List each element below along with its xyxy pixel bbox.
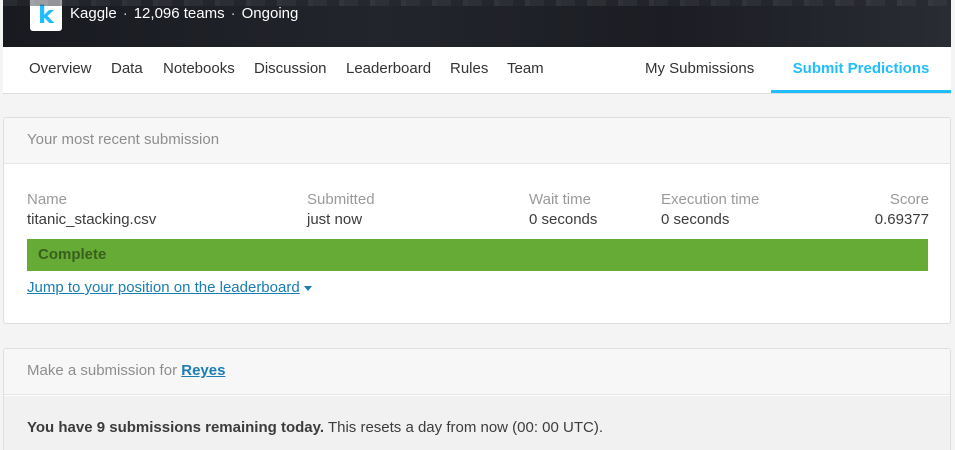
separator-dot: ·: [230, 5, 236, 22]
kaggle-logo-icon[interactable]: k: [30, 0, 62, 31]
caret-down-icon: [303, 285, 312, 291]
submitted-label: Submitted: [307, 191, 375, 208]
tab-team[interactable]: Team: [507, 47, 544, 93]
submission-details: Name titanic_stacking.csv Submitted just…: [27, 190, 929, 230]
org-name: Kaggle: [70, 5, 117, 22]
submitted-column: Submitted just now: [307, 190, 375, 230]
wait-time-column: Wait time 0 seconds: [529, 190, 597, 230]
competition-nav: Overview Data Notebooks Discussion Leade…: [3, 47, 951, 94]
execution-time-label: Execution time: [661, 191, 760, 208]
wait-time-label: Wait time: [529, 191, 591, 208]
make-submission-prefix: Make a submission for: [27, 362, 178, 379]
competition-meta: Kaggle · 12,096 teams · Ongoing: [70, 5, 298, 22]
recent-submission-title: Your most recent submission: [4, 118, 950, 164]
tab-overview[interactable]: Overview: [29, 47, 92, 93]
tab-notebooks[interactable]: Notebooks: [163, 47, 235, 93]
submissions-remaining-count: You have 9 submissions remaining today.: [27, 419, 325, 436]
score-column: Score 0.69377: [875, 190, 929, 230]
make-submission-card: Make a submission for Reyes You have 9 s…: [3, 348, 951, 450]
make-submission-title: Make a submission for Reyes: [4, 349, 950, 395]
wait-time-value: 0 seconds: [529, 211, 598, 228]
score-label: Score: [889, 191, 929, 208]
submission-status-bar: Complete: [27, 239, 928, 271]
submission-filename: titanic_stacking.csv: [27, 211, 157, 228]
team-count: 12,096 teams: [133, 5, 225, 22]
tab-leaderboard[interactable]: Leaderboard: [346, 47, 431, 93]
execution-time-value: 0 seconds: [661, 211, 730, 228]
competition-status: Ongoing: [241, 5, 299, 22]
submitted-value: just now: [307, 211, 363, 228]
score-value: 0.69377: [874, 211, 929, 228]
tab-data[interactable]: Data: [111, 47, 143, 93]
execution-time-column: Execution time 0 seconds: [661, 190, 759, 230]
tab-discussion[interactable]: Discussion: [254, 47, 327, 93]
recent-submission-card: Your most recent submission Name titanic…: [3, 117, 951, 324]
team-name-link[interactable]: Reyes: [181, 362, 225, 379]
jump-to-leaderboard-label: Jump to your position on the leaderboard: [27, 279, 300, 296]
competition-header-banner: k Kaggle · 12,096 teams · Ongoing: [3, 0, 951, 47]
submissions-remaining-notice: You have 9 submissions remaining today. …: [4, 396, 950, 450]
tab-submit-predictions[interactable]: Submit Predictions: [771, 47, 951, 93]
tab-my-submissions[interactable]: My Submissions: [645, 47, 754, 93]
name-label: Name: [27, 191, 68, 208]
tab-rules[interactable]: Rules: [450, 47, 488, 93]
separator-dot: ·: [122, 5, 128, 22]
submissions-reset-info: This resets a day from now (00: 00 UTC).: [327, 419, 604, 436]
name-column: Name titanic_stacking.csv: [27, 190, 156, 230]
jump-to-leaderboard-link[interactable]: Jump to your position on the leaderboard: [27, 278, 312, 298]
